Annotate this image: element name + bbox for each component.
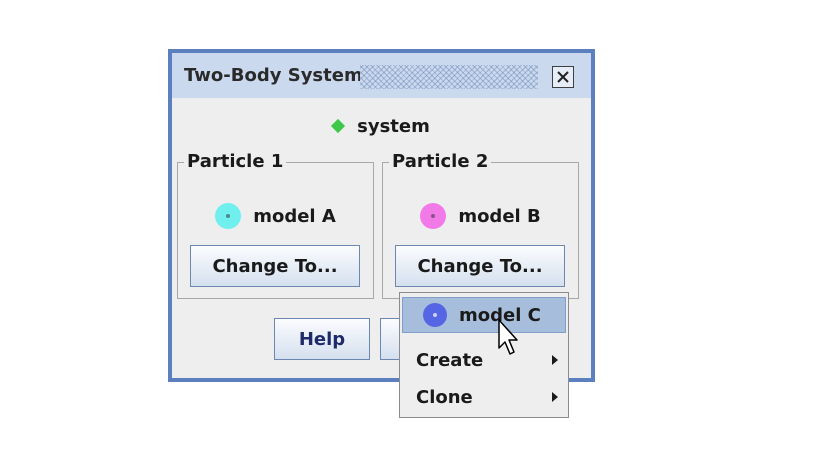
model-b-dot-icon xyxy=(420,203,447,229)
mouse-pointer-icon xyxy=(498,319,518,355)
close-button[interactable] xyxy=(552,66,574,88)
submenu-arrow-icon xyxy=(552,392,558,402)
model-a-label: model A xyxy=(253,205,336,227)
help-button[interactable]: Help xyxy=(274,318,370,360)
system-diamond-icon xyxy=(331,118,346,134)
window-title: Two-Body System xyxy=(184,65,363,86)
title-drag-texture xyxy=(360,65,538,89)
particle-2-group: Particle 2 model B Change To... xyxy=(382,151,579,299)
model-c-dot-icon xyxy=(423,303,447,327)
particle-1-legend: Particle 1 xyxy=(184,151,287,173)
model-a-dot-icon xyxy=(215,203,242,229)
submenu-arrow-icon xyxy=(552,355,558,365)
system-label: system xyxy=(357,115,430,137)
particle-2-model: model B xyxy=(383,201,578,231)
change-to-popup-menu: model C Create Clone xyxy=(399,292,569,418)
menu-item-clone[interactable]: Clone xyxy=(400,380,568,414)
model-b-label: model B xyxy=(458,205,541,227)
particle-1-change-button[interactable]: Change To... xyxy=(190,245,360,287)
title-bar[interactable]: Two-Body System xyxy=(172,53,591,98)
menu-item-label: Create xyxy=(416,349,484,371)
particle-2-change-button[interactable]: Change To... xyxy=(395,245,565,287)
menu-item-model-c[interactable]: model C xyxy=(402,297,566,333)
system-row: system xyxy=(172,114,591,138)
particle-2-legend: Particle 2 xyxy=(389,151,492,173)
particle-1-model: model A xyxy=(178,201,373,231)
menu-item-label: Clone xyxy=(416,386,473,408)
close-icon xyxy=(557,71,569,83)
particle-1-group: Particle 1 model A Change To... xyxy=(177,151,374,299)
menu-item-create[interactable]: Create xyxy=(400,343,568,377)
